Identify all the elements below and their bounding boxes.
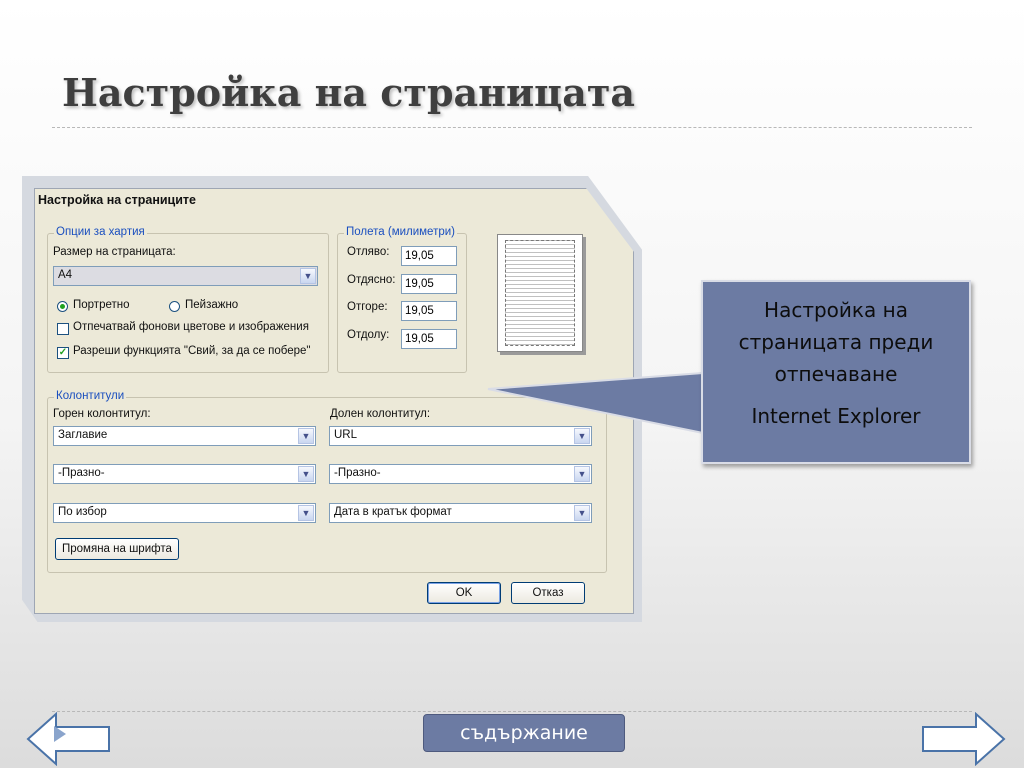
callout-box: Настройка на страницата преди отпечаване… <box>701 280 971 464</box>
table-of-contents-button[interactable]: съдържание <box>423 714 625 752</box>
bottom-divider <box>52 711 972 712</box>
callout-text: Настройка на страницата преди отпечаване <box>738 298 934 386</box>
forward-arrow-icon[interactable] <box>920 712 1006 766</box>
back-arrow-icon[interactable] <box>26 712 112 766</box>
callout-subtext: Internet Explorer <box>751 404 921 428</box>
